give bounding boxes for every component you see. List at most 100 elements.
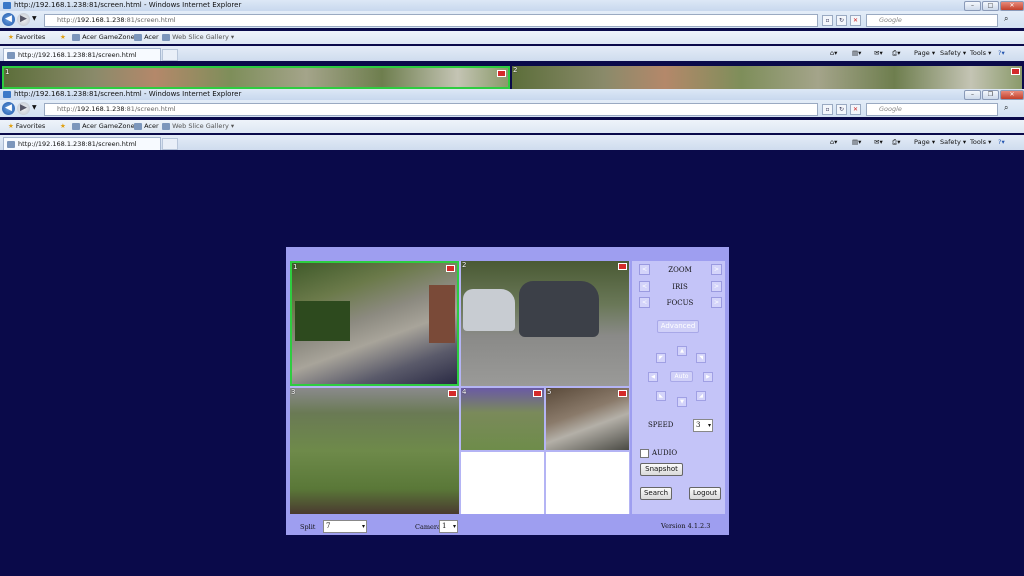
camera-1-hedge [295, 301, 350, 341]
help-icon[interactable]: ?▾ [998, 138, 1005, 146]
restore-button[interactable]: ❐ [982, 90, 999, 100]
refresh-icon[interactable]: ↻ [836, 104, 847, 115]
zoom-out-button[interactable]: < [639, 264, 650, 275]
favorite-link-acer[interactable]: Acer [134, 33, 159, 41]
favorite-link-web-slice-gallery[interactable]: Web Slice Gallery ▾ [162, 122, 234, 130]
audio-checkbox[interactable] [640, 449, 649, 458]
add-favorites-icon[interactable]: ★ [60, 33, 66, 41]
page-menu[interactable]: Page ▾ [914, 49, 935, 57]
safety-menu[interactable]: Safety ▾ [940, 138, 966, 146]
zoom-in-button[interactable]: > [711, 264, 722, 275]
empty-camera-slot[interactable] [461, 452, 544, 514]
search-button[interactable]: Search [640, 487, 672, 500]
iris-open-button[interactable]: > [711, 281, 722, 292]
help-icon[interactable]: ?▾ [998, 49, 1005, 57]
split-select[interactable]: 7 ▾ [323, 520, 367, 533]
camera-label: Camera [415, 523, 441, 531]
chevron-down-icon[interactable]: ▼ [32, 15, 37, 22]
address-bar[interactable]: http://192.168.1.238:81/screen.html [44, 14, 818, 27]
back-icon[interactable]: ◀ [2, 13, 15, 26]
browser-tab[interactable]: http://192.168.1.238:81/screen.html [3, 48, 161, 61]
camera-1-view[interactable]: 1 [290, 261, 459, 386]
favorite-link-acer-gamezone[interactable]: Acer GameZone [72, 122, 135, 130]
camera-4-view[interactable]: 4 [461, 388, 544, 450]
speed-select[interactable]: 3 ▾ [693, 419, 713, 432]
mail-icon[interactable]: ✉▾ [874, 138, 883, 146]
pan-down-left-button[interactable]: ◣ [656, 391, 666, 401]
search-input[interactable]: Google [866, 103, 998, 116]
minimize-button[interactable]: – [964, 90, 981, 100]
record-icon [533, 390, 542, 397]
pan-up-right-button[interactable]: ◥ [696, 353, 706, 363]
pan-up-button[interactable]: ▲ [677, 346, 687, 356]
version-label: Version 4.1.2.3 [661, 522, 711, 530]
iris-label: IRIS [672, 283, 688, 291]
favorites-button[interactable]: ★ Favorites [8, 33, 45, 41]
new-tab-button[interactable] [162, 138, 178, 150]
iris-close-button[interactable]: < [639, 281, 650, 292]
print-icon[interactable]: ⎙▾ [892, 49, 900, 58]
safety-menu[interactable]: Safety ▾ [940, 49, 966, 57]
speed-label: SPEED [648, 421, 674, 429]
favorites-bar: ★ Favorites ★ Acer GameZone Acer Web Sli… [0, 120, 1024, 133]
search-icon[interactable]: ⌕ [1004, 103, 1008, 113]
record-icon [618, 263, 627, 270]
tools-menu[interactable]: Tools ▾ [970, 49, 991, 57]
search-icon[interactable]: ⌕ [1004, 14, 1008, 24]
compat-icon[interactable]: ▫ [822, 104, 833, 115]
camera-3-view[interactable]: 3 [290, 388, 459, 514]
focus-near-button[interactable]: < [639, 297, 650, 308]
background-camera-2-preview: 2 [512, 66, 1022, 89]
favorites-button[interactable]: ★ Favorites [8, 122, 45, 130]
pan-right-button[interactable]: ▶ [703, 372, 713, 382]
close-button[interactable]: ✕ [1000, 1, 1024, 11]
camera-5-view[interactable]: 5 [546, 388, 629, 450]
favorite-link-acer-gamezone[interactable]: Acer GameZone [72, 33, 135, 41]
pan-left-button[interactable]: ◀ [648, 372, 658, 382]
camera-2-dark-car [519, 281, 599, 337]
mail-icon[interactable]: ✉▾ [874, 49, 883, 57]
refresh-icon[interactable]: ↻ [836, 15, 847, 26]
chevron-down-icon[interactable]: ▼ [32, 104, 37, 111]
pan-down-right-button[interactable]: ◢ [696, 391, 706, 401]
favorite-link-web-slice-gallery[interactable]: Web Slice Gallery ▾ [162, 33, 234, 41]
page-menu[interactable]: Page ▾ [914, 138, 935, 146]
camera-select[interactable]: 1 ▾ [439, 520, 458, 533]
browser-tab[interactable]: http://192.168.1.238:81/screen.html [3, 137, 161, 150]
feeds-icon[interactable]: ▤▾ [852, 138, 861, 146]
pan-up-left-button[interactable]: ◤ [656, 353, 666, 363]
focus-far-button[interactable]: > [711, 297, 722, 308]
compat-icon[interactable]: ▫ [822, 15, 833, 26]
add-favorites-icon[interactable]: ★ [60, 122, 66, 130]
forward-icon[interactable]: ▶ [17, 13, 30, 26]
home-icon[interactable]: ⌂▾ [830, 138, 837, 146]
advanced-button[interactable]: Advanced [657, 320, 699, 333]
ie-icon [3, 2, 11, 9]
search-input[interactable]: Google [866, 14, 998, 27]
background-tab-bar: http://192.168.1.238:81/screen.html ⌂▾ ▤… [0, 46, 1024, 61]
ie-icon [3, 91, 11, 98]
stop-icon[interactable]: ✕ [850, 15, 861, 26]
feeds-icon[interactable]: ▤▾ [852, 49, 861, 57]
empty-camera-slot[interactable] [546, 452, 629, 514]
audio-label: AUDIO [652, 449, 678, 457]
favorite-link-acer[interactable]: Acer [134, 122, 159, 130]
chevron-down-icon: ▾ [361, 523, 365, 530]
tools-menu[interactable]: Tools ▾ [970, 138, 991, 146]
minimize-button[interactable]: – [964, 1, 981, 11]
maximize-button[interactable]: □ [982, 1, 999, 11]
focus-label: FOCUS [666, 299, 694, 307]
new-tab-button[interactable] [162, 49, 178, 61]
back-icon[interactable]: ◀ [2, 102, 15, 115]
home-icon[interactable]: ⌂▾ [830, 49, 837, 57]
auto-pan-button[interactable]: Auto [670, 371, 693, 382]
forward-icon[interactable]: ▶ [17, 102, 30, 115]
logout-button[interactable]: Logout [689, 487, 721, 500]
address-bar[interactable]: http://192.168.1.238:81/screen.html [44, 103, 818, 116]
snapshot-button[interactable]: Snapshot [640, 463, 683, 476]
pan-down-button[interactable]: ▼ [677, 397, 687, 407]
stop-icon[interactable]: ✕ [850, 104, 861, 115]
close-button[interactable]: ✕ [1000, 90, 1024, 100]
camera-2-view[interactable]: 2 [461, 261, 629, 386]
print-icon[interactable]: ⎙▾ [892, 138, 900, 147]
